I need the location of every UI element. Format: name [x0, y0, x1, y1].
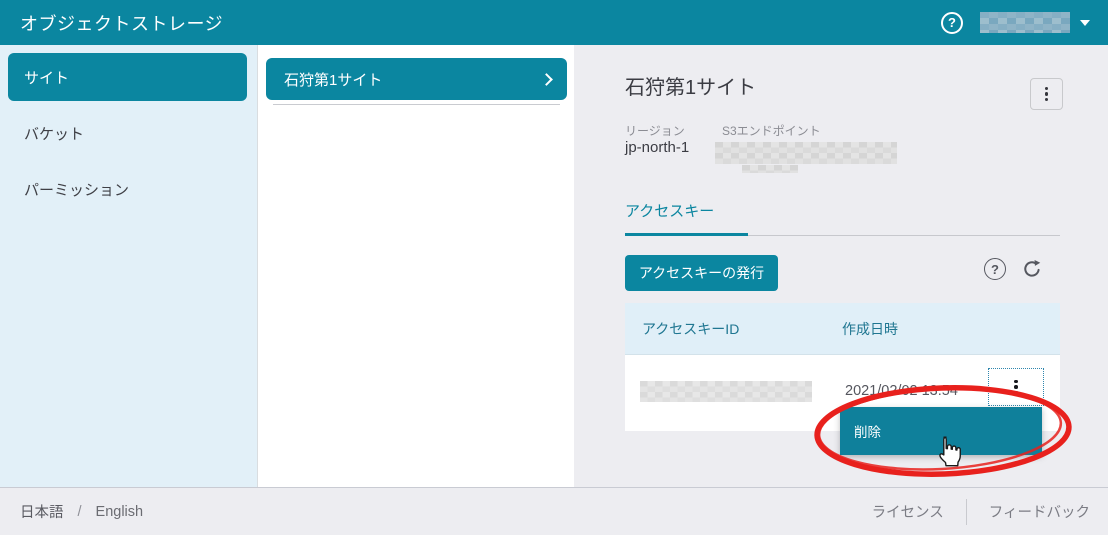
help-circle-icon: ? — [984, 258, 1006, 280]
caret-down-icon — [1080, 20, 1090, 26]
sidebar-item-buckets[interactable]: バケット — [8, 109, 247, 157]
account-menu[interactable] — [980, 12, 1090, 33]
language-en-link[interactable]: English — [96, 504, 144, 520]
license-link[interactable]: ライセンス — [872, 501, 944, 522]
account-name-redacted — [980, 12, 1070, 33]
endpoint-label: S3エンドポイント — [722, 122, 821, 139]
sidebar-item-sites[interactable]: サイト — [8, 53, 247, 101]
site-actions-kebab-button[interactable] — [1030, 78, 1063, 110]
help-circle-icon: ? — [941, 12, 963, 34]
row-context-menu: 削除 — [840, 407, 1042, 455]
region-label: リージョン — [625, 122, 685, 139]
site-name: 石狩第1サイト — [284, 69, 542, 90]
site-list-item[interactable]: 石狩第1サイト — [266, 58, 567, 100]
chevron-right-icon — [540, 73, 553, 86]
app-title: オブジェクトストレージ — [20, 10, 223, 36]
refresh-icon — [1021, 258, 1043, 280]
table-header-row: アクセスキーID 作成日時 — [625, 303, 1060, 355]
site-list-panel: 石狩第1サイト — [257, 45, 574, 487]
sidebar-item-label: バケット — [24, 123, 84, 144]
tab-access-keys[interactable]: アクセスキー — [625, 200, 714, 221]
feedback-link[interactable]: フィードバック — [989, 501, 1090, 522]
sidebar-item-permissions[interactable]: パーミッション — [8, 165, 247, 213]
sidebar-item-label: パーミッション — [24, 179, 129, 200]
footer: 日本語 / English ライセンス フィードバック — [0, 487, 1108, 535]
created-at-value: 2021/02/02 13:54 — [845, 383, 958, 399]
menu-item-delete[interactable]: 削除 — [840, 407, 1042, 455]
issue-access-key-button[interactable]: アクセスキーの発行 — [625, 255, 778, 291]
language-separator: / — [78, 504, 82, 520]
endpoint-value-redacted — [715, 142, 897, 164]
access-key-id-redacted — [640, 381, 812, 402]
language-ja-link[interactable]: 日本語 — [20, 501, 64, 522]
footer-divider — [966, 499, 967, 525]
kebab-icon — [1045, 87, 1049, 91]
list-divider — [273, 104, 560, 105]
kebab-icon — [1014, 380, 1018, 384]
site-detail-title: 石狩第1サイト — [625, 71, 756, 100]
sidebar: サイト バケット パーミッション — [0, 45, 257, 487]
table-help-button[interactable]: ? — [984, 258, 1006, 280]
header-help-button[interactable]: ? — [941, 12, 963, 34]
sidebar-item-label: サイト — [24, 67, 69, 88]
site-detail-panel: 石狩第1サイト リージョン S3エンドポイント jp-north-1 アクセスキ… — [574, 45, 1108, 487]
column-header-access-key-id: アクセスキーID — [642, 319, 739, 339]
column-header-created-at: 作成日時 — [842, 319, 898, 339]
object-storage-console: オブジェクトストレージ ? サイト バケット パーミッション 石狩第1サイト — [0, 0, 1108, 535]
tab-active-indicator — [625, 233, 748, 236]
row-actions-kebab-button[interactable] — [988, 368, 1044, 406]
region-value: jp-north-1 — [625, 139, 689, 156]
app-header: オブジェクトストレージ ? — [0, 0, 1108, 45]
endpoint-value-redacted-tail — [742, 165, 798, 173]
refresh-button[interactable] — [1021, 258, 1043, 280]
